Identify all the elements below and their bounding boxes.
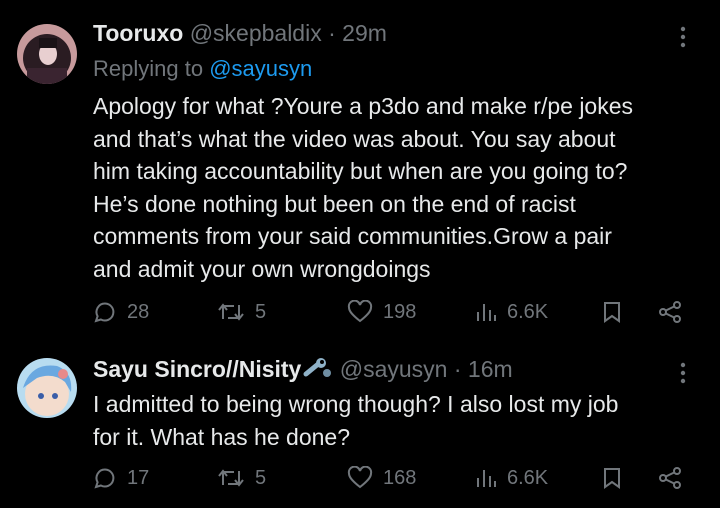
bookmark-icon xyxy=(601,466,623,490)
retweet-button[interactable]: 5 xyxy=(217,466,266,490)
share-button[interactable] xyxy=(657,466,683,490)
bookmark-icon xyxy=(601,300,623,324)
speech-bubble-icon xyxy=(93,466,117,490)
replying-handle-link[interactable]: @sayusyn xyxy=(209,56,312,81)
retweet-icon xyxy=(217,300,245,324)
timestamp[interactable]: · 29m xyxy=(328,20,387,46)
tweet-1[interactable]: Tooruxo @skepbaldix · 29m Replying to @s… xyxy=(0,0,720,340)
retweet-count: 5 xyxy=(255,300,267,323)
tweet-text: I admitted to being wrong though? I also… xyxy=(93,391,619,450)
share-icon xyxy=(657,466,683,490)
reply-count: 28 xyxy=(127,300,150,323)
replying-to: Replying to @sayusyn xyxy=(93,56,312,82)
more-dots-icon[interactable] xyxy=(680,26,686,52)
like-count: 168 xyxy=(383,466,417,489)
retweet-button[interactable]: 5 xyxy=(217,300,266,324)
tweet-header: Sayu Sincro//Nisity @sayusyn · 16m xyxy=(93,356,513,386)
bar-chart-icon xyxy=(475,300,497,324)
avatar[interactable] xyxy=(17,358,77,418)
avatar[interactable] xyxy=(17,24,77,84)
heart-icon xyxy=(347,466,373,490)
reply-count: 17 xyxy=(127,466,150,489)
tweet-header: Tooruxo @skepbaldix · 29m xyxy=(93,20,387,47)
action-bar: 17 5 168 6.6K xyxy=(93,466,693,496)
handle[interactable]: @sayusyn xyxy=(340,356,448,382)
share-button[interactable] xyxy=(657,300,683,324)
views-button[interactable]: 6.6K xyxy=(475,300,548,324)
display-name[interactable]: Sayu Sincro//Nisity xyxy=(93,356,301,382)
wrench-icon xyxy=(303,356,333,386)
views-button[interactable]: 6.6K xyxy=(475,466,548,490)
like-button[interactable]: 198 xyxy=(347,300,416,324)
bookmark-button[interactable] xyxy=(601,466,623,490)
more-dots-icon[interactable] xyxy=(680,362,686,388)
heart-icon xyxy=(347,300,373,324)
handle[interactable]: @skepbaldix xyxy=(190,20,322,46)
timestamp[interactable]: · 16m xyxy=(454,356,513,382)
bookmark-button[interactable] xyxy=(601,300,623,324)
reply-button[interactable]: 17 xyxy=(93,466,149,490)
retweet-count: 5 xyxy=(255,466,267,489)
views-count: 6.6K xyxy=(507,466,549,489)
share-icon xyxy=(657,300,683,324)
replying-prefix: Replying to xyxy=(93,56,204,81)
reply-button[interactable]: 28 xyxy=(93,300,149,324)
like-button[interactable]: 168 xyxy=(347,466,416,490)
like-count: 198 xyxy=(383,300,417,323)
bar-chart-icon xyxy=(475,466,497,490)
speech-bubble-icon xyxy=(93,300,117,324)
tweet-2[interactable]: Sayu Sincro//Nisity @sayusyn · 16m I adm… xyxy=(0,340,720,508)
action-bar: 28 5 198 6.6K xyxy=(93,300,693,330)
views-count: 6.6K xyxy=(507,300,549,323)
retweet-icon xyxy=(217,466,245,490)
tweet-text: Apology for what ?Youre a p3do and make … xyxy=(93,93,634,282)
display-name[interactable]: Tooruxo xyxy=(93,20,183,46)
